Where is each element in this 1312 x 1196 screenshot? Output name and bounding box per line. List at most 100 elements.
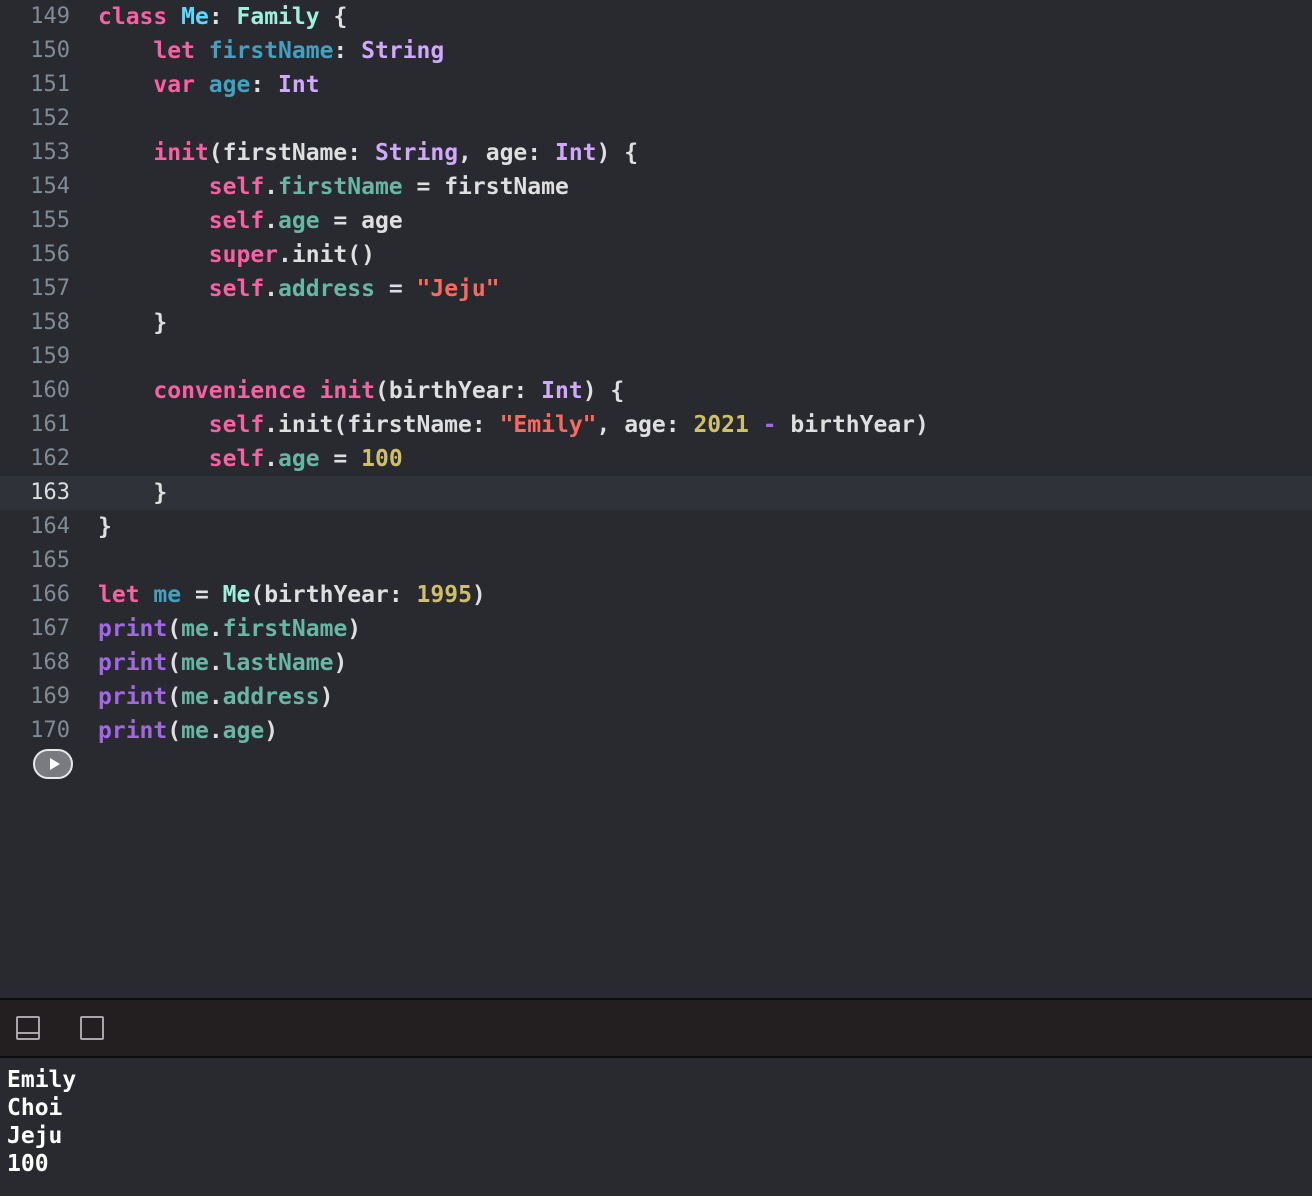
code-token: ) { <box>596 140 639 166</box>
code-text[interactable]: class Me: Family { <box>98 0 347 34</box>
code-line[interactable]: 152 <box>0 102 1312 136</box>
line-number[interactable]: 155 <box>0 204 70 238</box>
code-line[interactable]: 161 self.init(firstName: "Emily", age: 2… <box>0 408 1312 442</box>
code-token: 2021 <box>693 412 749 438</box>
code-line[interactable]: 162 self.age = 100 <box>0 442 1312 476</box>
code-token: ) <box>333 650 348 676</box>
code-token: me <box>181 684 209 710</box>
line-number[interactable]: 151 <box>0 68 70 102</box>
code-line[interactable]: 165 <box>0 544 1312 578</box>
code-line[interactable]: 159 <box>0 340 1312 374</box>
line-number[interactable]: 150 <box>0 34 70 68</box>
code-text[interactable]: self.address = "Jeju" <box>98 272 500 306</box>
code-line[interactable]: 151 var age: Int <box>0 68 1312 102</box>
code-text[interactable]: self.age = age <box>98 204 403 238</box>
code-line[interactable]: 156 super.init() <box>0 238 1312 272</box>
code-line[interactable]: 168 print(me.lastName) <box>0 646 1312 680</box>
code-line[interactable]: 166 let me = Me(birthYear: 1995) <box>0 578 1312 612</box>
code-text[interactable]: print(me.firstName) <box>98 612 361 646</box>
line-number[interactable]: 153 <box>0 136 70 170</box>
code-token: 1995 <box>416 582 472 608</box>
code-text[interactable]: } <box>98 306 167 340</box>
code-line[interactable]: 155 self.age = age <box>0 204 1312 238</box>
code-token: firstName <box>278 174 403 200</box>
line-number[interactable]: 163 <box>0 476 70 510</box>
line-number[interactable]: 158 <box>0 306 70 340</box>
code-token: Int <box>541 378 583 404</box>
code-token: me <box>181 718 209 744</box>
line-number[interactable]: 157 <box>0 272 70 306</box>
line-number[interactable]: 169 <box>0 680 70 714</box>
line-number[interactable]: 167 <box>0 612 70 646</box>
code-text[interactable]: convenience init(birthYear: Int) { <box>98 374 624 408</box>
code-token: : <box>250 72 279 98</box>
line-number[interactable]: 149 <box>0 0 70 34</box>
line-number[interactable]: 152 <box>0 102 70 136</box>
code-token: } <box>98 480 168 506</box>
code-text[interactable]: } <box>98 476 167 510</box>
code-text[interactable]: let me = Me(birthYear: 1995) <box>98 578 486 612</box>
line-number[interactable]: 170 <box>0 714 70 748</box>
line-number[interactable]: 164 <box>0 510 70 544</box>
line-number[interactable]: 168 <box>0 646 70 680</box>
code-token: .init() <box>278 242 375 268</box>
line-number[interactable]: 159 <box>0 340 70 374</box>
code-token: age <box>222 718 265 744</box>
code-text[interactable]: super.init() <box>98 238 375 272</box>
code-token: (birthYear: <box>250 582 417 608</box>
bottom-panel-toggle-icon[interactable] <box>16 1016 40 1040</box>
code-token: - <box>762 412 777 438</box>
line-number[interactable]: 156 <box>0 238 70 272</box>
code-line[interactable]: 154 self.firstName = firstName <box>0 170 1312 204</box>
code-line[interactable]: 149 class Me: Family { <box>0 0 1312 34</box>
line-number[interactable]: 161 <box>0 408 70 442</box>
code-token: (firstName: <box>208 140 375 166</box>
code-token: age <box>278 208 320 234</box>
code-token: age <box>208 72 251 98</box>
code-line[interactable]: 167 print(me.firstName) <box>0 612 1312 646</box>
code-token: print <box>98 718 168 744</box>
line-number[interactable]: 154 <box>0 170 70 204</box>
code-token: self <box>208 208 265 234</box>
code-line[interactable]: 157 self.address = "Jeju" <box>0 272 1312 306</box>
code-token: me <box>153 582 182 608</box>
code-line[interactable]: 169 print(me.address) <box>0 680 1312 714</box>
code-token: ) <box>264 718 279 744</box>
code-text[interactable]: } <box>98 510 112 544</box>
code-line[interactable]: 163 } <box>0 476 1312 510</box>
code-line[interactable]: 153 init(firstName: String, age: Int) { <box>0 136 1312 170</box>
line-number[interactable]: 165 <box>0 544 70 578</box>
code-text[interactable]: self.age = 100 <box>98 442 403 476</box>
code-text[interactable]: self.firstName = firstName <box>98 170 569 204</box>
code-text[interactable]: let firstName: String <box>98 34 444 68</box>
run-button[interactable] <box>33 749 73 779</box>
code-text[interactable]: print(me.address) <box>98 680 333 714</box>
line-number[interactable]: 162 <box>0 442 70 476</box>
code-line[interactable]: 150 let firstName: String <box>0 34 1312 68</box>
code-token: . <box>208 616 223 642</box>
code-line[interactable]: 160 convenience init(birthYear: Int) { <box>0 374 1312 408</box>
code-line[interactable]: 170 print(me.age) <box>0 714 1312 748</box>
code-token: ) <box>319 684 334 710</box>
code-text[interactable]: print(me.lastName) <box>98 646 347 680</box>
debug-toolbar <box>0 1000 1312 1058</box>
code-token: self <box>208 446 265 472</box>
code-line[interactable]: 158 } <box>0 306 1312 340</box>
code-line[interactable]: 164} <box>0 510 1312 544</box>
code-text[interactable]: init(firstName: String, age: Int) { <box>98 136 638 170</box>
code-editor[interactable]: 149 class Me: Family {150 let firstName: … <box>0 0 1312 998</box>
panel-toggle-icon[interactable] <box>80 1016 104 1040</box>
code-text[interactable]: var age: Int <box>98 68 319 102</box>
code-text[interactable]: self.init(firstName: "Emily", age: 2021 … <box>98 408 929 442</box>
code-text[interactable]: print(me.age) <box>98 714 278 748</box>
line-number[interactable]: 166 <box>0 578 70 612</box>
line-number[interactable]: 160 <box>0 374 70 408</box>
console-output[interactable]: Emily Choi Jeju 100 <box>0 1058 1312 1196</box>
code-token: = <box>319 446 362 472</box>
